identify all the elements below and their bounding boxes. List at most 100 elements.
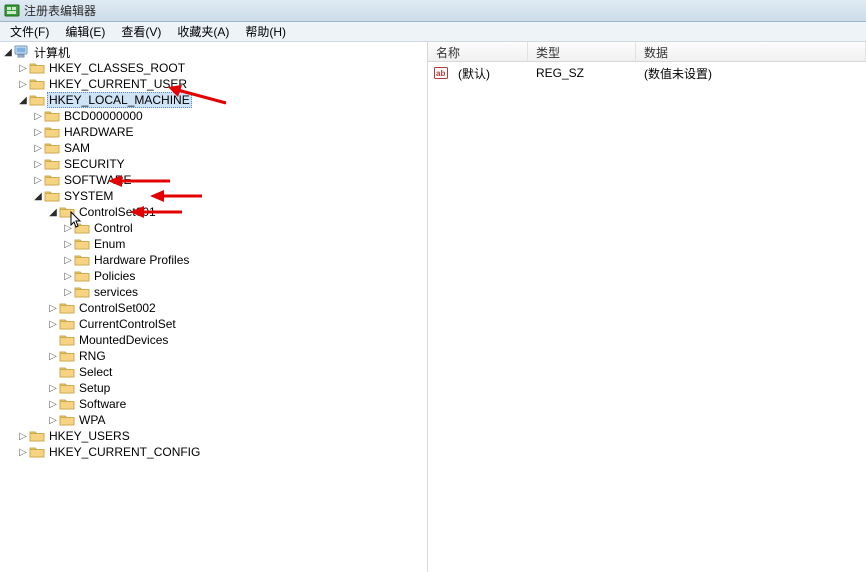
tree-spacer	[47, 334, 59, 346]
tree-label: BCD00000000	[62, 109, 145, 123]
expand-toggle-icon[interactable]: ▷	[47, 382, 59, 394]
cell-name: (默认)	[450, 65, 528, 82]
tree-item-ccs[interactable]: ▷CurrentControlSet	[0, 316, 427, 332]
expand-toggle-icon[interactable]: ◢	[17, 94, 29, 106]
expand-toggle-icon[interactable]: ▷	[32, 126, 44, 138]
expand-toggle-icon[interactable]: ▷	[17, 78, 29, 90]
title-bar: 注册表编辑器	[0, 0, 866, 22]
folder-icon	[59, 316, 75, 332]
folder-icon	[74, 220, 90, 236]
tree-label: SOFTWARE	[62, 173, 134, 187]
tree-item-select[interactable]: Select	[0, 364, 427, 380]
menu-favorites[interactable]: 收藏夹(A)	[171, 22, 235, 41]
folder-icon	[29, 76, 45, 92]
tree-label: HKEY_LOCAL_MACHINE	[47, 92, 192, 108]
expand-toggle-icon[interactable]: ▷	[62, 286, 74, 298]
tree-label: SYSTEM	[62, 189, 115, 203]
col-name[interactable]: 名称	[428, 42, 528, 61]
folder-icon	[44, 124, 60, 140]
list-pane[interactable]: 名称 类型 数据 ab (默认) REG_SZ (数值未设置)	[428, 42, 866, 572]
folder-icon	[59, 396, 75, 412]
tree-item-hkcu[interactable]: ▷HKEY_CURRENT_USER	[0, 76, 427, 92]
expand-toggle-icon[interactable]: ▷	[47, 302, 59, 314]
expand-toggle-icon[interactable]: ▷	[47, 350, 59, 362]
folder-icon	[29, 428, 45, 444]
string-value-icon: ab	[434, 66, 448, 80]
list-header: 名称 类型 数据	[428, 42, 866, 62]
folder-icon	[74, 284, 90, 300]
tree-label: RNG	[77, 349, 108, 363]
menu-bar: 文件(F) 编辑(E) 查看(V) 收藏夹(A) 帮助(H)	[0, 22, 866, 42]
expand-toggle-icon[interactable]: ▷	[32, 174, 44, 186]
tree-label: HKEY_CLASSES_ROOT	[47, 61, 187, 75]
tree-item-services[interactable]: ▷services	[0, 284, 427, 300]
tree-label: Policies	[92, 269, 137, 283]
expand-toggle-icon[interactable]: ▷	[62, 270, 74, 282]
folder-icon	[59, 412, 75, 428]
content-area: ◢计算机 ▷ HKEY_CLASSES_ROOT▷HKEY_CURRENT_USER…	[0, 42, 866, 572]
tree-item-bcd[interactable]: ▷ BCD00000000	[0, 108, 427, 124]
expand-toggle-icon[interactable]: ◢	[47, 206, 59, 218]
tree-item-cs002[interactable]: ▷ControlSet002	[0, 300, 427, 316]
expand-toggle-icon[interactable]: ▷	[47, 318, 59, 330]
tree-item-wpa[interactable]: ▷ WPA	[0, 412, 427, 428]
folder-icon	[29, 444, 45, 460]
col-data[interactable]: 数据	[636, 42, 866, 61]
expand-toggle-icon[interactable]: ▷	[62, 254, 74, 266]
menu-view[interactable]: 查看(V)	[115, 22, 167, 41]
folder-icon	[59, 300, 75, 316]
expand-toggle-icon[interactable]: ▷	[17, 62, 29, 74]
menu-edit[interactable]: 编辑(E)	[59, 22, 111, 41]
expand-toggle-icon[interactable]: ▷	[62, 238, 74, 250]
expand-toggle-icon[interactable]: ◢	[2, 46, 14, 58]
tree-item-mounted[interactable]: MountedDevices	[0, 332, 427, 348]
tree-pane[interactable]: ◢计算机 ▷ HKEY_CLASSES_ROOT▷HKEY_CURRENT_USER…	[0, 42, 428, 572]
tree-item-control[interactable]: ▷Control	[0, 220, 427, 236]
tree-item-hku[interactable]: ▷HKEY_USERS	[0, 428, 427, 444]
tree-root-computer[interactable]: ◢计算机	[0, 44, 427, 60]
folder-icon	[44, 188, 60, 204]
tree-item-hkcr[interactable]: ▷ HKEY_CLASSES_ROOT	[0, 60, 427, 76]
tree-item-hwprofiles[interactable]: ▷Hardware Profiles	[0, 252, 427, 268]
expand-toggle-icon[interactable]: ▷	[47, 398, 59, 410]
folder-icon	[74, 252, 90, 268]
expand-toggle-icon[interactable]: ▷	[62, 222, 74, 234]
tree-item-policies[interactable]: ▷ Policies	[0, 268, 427, 284]
tree-label: MountedDevices	[77, 333, 170, 347]
tree-item-software2[interactable]: ▷ Software	[0, 396, 427, 412]
list-row[interactable]: ab (默认) REG_SZ (数值未设置)	[428, 64, 866, 82]
expand-toggle-icon[interactable]: ▷	[17, 446, 29, 458]
col-type[interactable]: 类型	[528, 42, 636, 61]
folder-icon	[59, 332, 75, 348]
tree-item-software[interactable]: ▷ SOFTWARE	[0, 172, 427, 188]
tree-label: ControlSet001	[77, 205, 158, 219]
tree-item-system[interactable]: ◢ SYSTEM	[0, 188, 427, 204]
tree-label: Software	[77, 397, 128, 411]
tree-item-enum[interactable]: ▷ Enum	[0, 236, 427, 252]
menu-help[interactable]: 帮助(H)	[239, 22, 292, 41]
menu-file[interactable]: 文件(F)	[4, 22, 55, 41]
svg-text:ab: ab	[436, 69, 445, 78]
tree-label: WPA	[77, 413, 107, 427]
expand-toggle-icon[interactable]: ◢	[32, 190, 44, 202]
tree-item-hkcc[interactable]: ▷HKEY_CURRENT_CONFIG	[0, 444, 427, 460]
tree-item-setup[interactable]: ▷Setup	[0, 380, 427, 396]
expand-toggle-icon[interactable]: ▷	[17, 430, 29, 442]
tree-item-hardware[interactable]: ▷HARDWARE	[0, 124, 427, 140]
expand-toggle-icon[interactable]: ▷	[32, 110, 44, 122]
tree-spacer	[47, 366, 59, 378]
folder-icon	[59, 380, 75, 396]
expand-toggle-icon[interactable]: ▷	[47, 414, 59, 426]
tree-item-security[interactable]: ▷SECURITY	[0, 156, 427, 172]
tree-item-rng[interactable]: ▷ RNG	[0, 348, 427, 364]
expand-toggle-icon[interactable]: ▷	[32, 142, 44, 154]
list-rows: ab (默认) REG_SZ (数值未设置)	[428, 62, 866, 82]
expand-toggle-icon[interactable]: ▷	[32, 158, 44, 170]
tree-item-sam[interactable]: ▷SAM	[0, 140, 427, 156]
folder-icon	[44, 156, 60, 172]
tree-item-cs001[interactable]: ◢ ControlSet001	[0, 204, 427, 220]
tree-label: Enum	[92, 237, 127, 251]
cell-type: REG_SZ	[528, 66, 636, 80]
tree-item-hklm[interactable]: ◢ HKEY_LOCAL_MACHINE	[0, 92, 427, 108]
app-icon	[4, 3, 20, 19]
